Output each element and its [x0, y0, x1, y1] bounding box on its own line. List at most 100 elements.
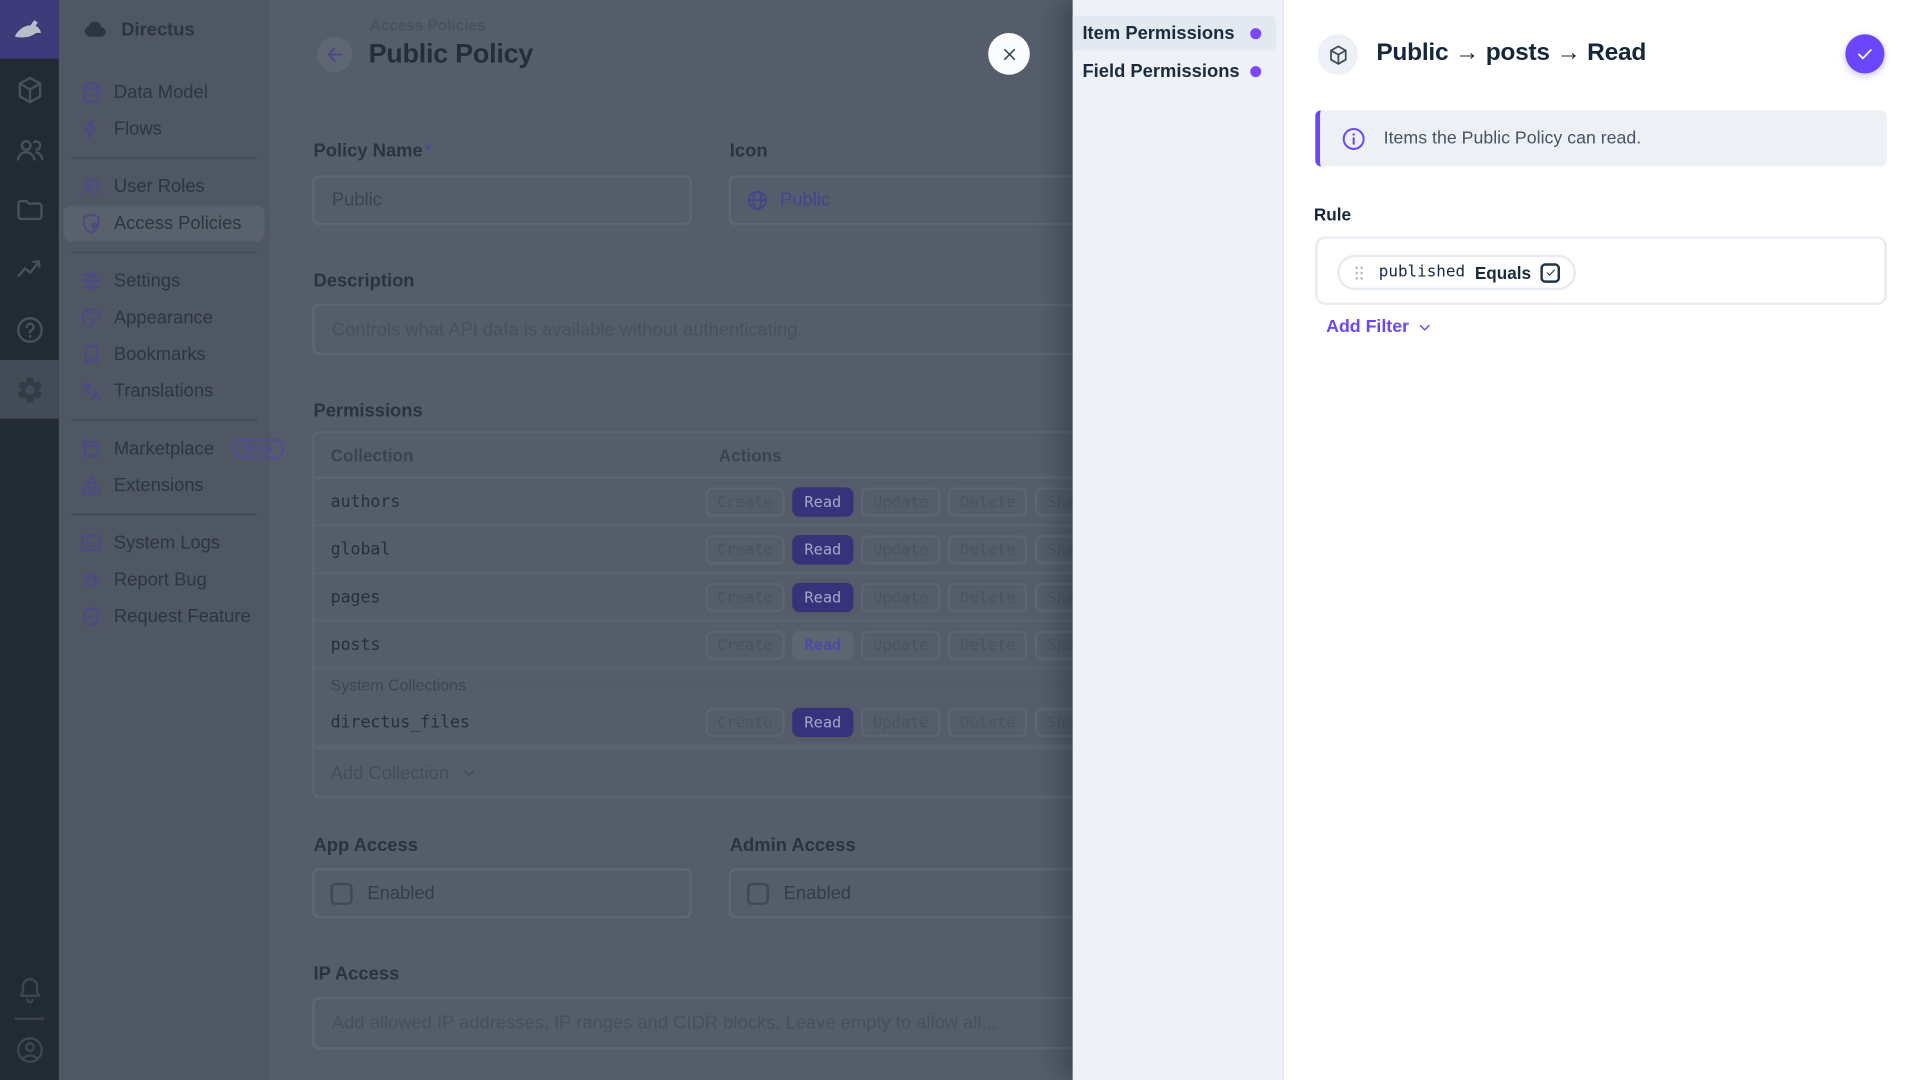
nav-divider: [71, 156, 258, 160]
sidebar-item-settings[interactable]: Settings: [64, 263, 265, 299]
sidebar-item-bookmarks[interactable]: Bookmarks: [64, 337, 265, 373]
module-settings[interactable]: [0, 360, 59, 419]
sidebar-item-extensions[interactable]: Extensions: [64, 468, 265, 504]
folder-icon: [14, 194, 45, 225]
sidebar-item-label: Bookmarks: [113, 344, 206, 365]
module-users[interactable]: [0, 120, 59, 179]
globe-icon: [746, 189, 769, 212]
gear-icon: [14, 374, 45, 405]
tab-label: Field Permissions: [1082, 60, 1240, 82]
tab-item-permissions[interactable]: Item Permissions: [1072, 15, 1276, 51]
permissions-label: Permissions: [313, 400, 423, 422]
admin-access-field: Enabled: [728, 868, 1109, 919]
description-label: Description: [313, 270, 415, 292]
sidebar-item-translations[interactable]: Translations: [64, 373, 265, 409]
perm-pages-read-button[interactable]: Read: [792, 582, 854, 612]
cube-icon: [1327, 43, 1349, 65]
sidebar-item-appearance[interactable]: Appearance: [64, 300, 265, 336]
nav-divider: [71, 513, 258, 516]
people-icon: [14, 134, 45, 165]
add-collection-label: Add Collection: [330, 762, 450, 784]
perm-directus_files-create-button[interactable]: Create: [705, 707, 785, 737]
perm-posts-read-button[interactable]: Read: [792, 630, 854, 660]
admin-access-checkbox[interactable]: [746, 882, 769, 905]
permission-row-authors: authors Create Read Update Delete Share: [314, 479, 1106, 527]
filter-operator[interactable]: Equals: [1475, 263, 1531, 283]
directus-logo[interactable]: [0, 0, 59, 59]
module-user-menu[interactable]: [0, 1020, 59, 1079]
description-input[interactable]: [312, 303, 1109, 356]
bookmark-icon: [80, 343, 103, 366]
collection-name: global: [330, 539, 391, 559]
sidebar-item-data-model[interactable]: Data Model: [64, 75, 265, 111]
app-root: Access Policies Public Policy Policy Nam…: [0, 0, 1920, 1080]
add-filter-button[interactable]: Add Filter: [1326, 317, 1433, 337]
nav-divider: [71, 251, 258, 254]
sidebar-item-access-policies[interactable]: Access Policies: [63, 205, 265, 242]
perm-pages-update-button[interactable]: Update: [860, 582, 941, 612]
perm-global-create-button[interactable]: Create: [705, 534, 785, 564]
perm-posts-create-button[interactable]: Create: [705, 630, 785, 660]
permission-row-posts: posts Create Read Update Delete Share: [314, 622, 1106, 670]
perm-global-read-button[interactable]: Read: [792, 534, 854, 564]
tab-field-permissions[interactable]: Field Permissions: [1073, 54, 1276, 88]
icon-select[interactable]: Public: [728, 175, 1109, 226]
rule-box: published Equals: [1315, 236, 1887, 305]
sidebar-item-flows[interactable]: Flows: [64, 111, 265, 147]
drawer-tab-sidebar: Item Permissions Field Permissions: [1072, 0, 1284, 1080]
sidebar-item-request-feature[interactable]: Request Feature: [64, 599, 265, 635]
sidebar-item-system-logs[interactable]: System Logs: [64, 525, 265, 561]
sidebar-item-marketplace[interactable]: Marketplace Beta: [64, 431, 284, 467]
perm-global-delete-button[interactable]: Delete: [948, 534, 1028, 564]
permissions-table: Collection Actions authors Create Read Upda…: [312, 431, 1109, 799]
perm-authors-update-button[interactable]: Update: [860, 486, 941, 517]
translate-icon: [80, 380, 103, 403]
perm-pages-create-button[interactable]: Create: [705, 582, 785, 612]
sidebar-item-report-bug[interactable]: Report Bug: [64, 562, 265, 598]
module-notifications[interactable]: [0, 960, 59, 1019]
app-access-checkbox[interactable]: [330, 882, 353, 905]
perm-authors-delete-button[interactable]: Delete: [948, 486, 1028, 517]
perm-posts-delete-button[interactable]: Delete: [948, 630, 1028, 660]
checkbox-check-icon: [1544, 266, 1557, 279]
module-files[interactable]: [0, 180, 59, 239]
project-chooser[interactable]: Directus: [59, 0, 270, 59]
filter-value-checkbox[interactable]: [1540, 262, 1561, 283]
sidebar-item-label: Extensions: [113, 475, 204, 496]
sidebar-item-label: System Logs: [113, 532, 221, 554]
add-collection-button[interactable]: Add Collection: [314, 746, 1106, 796]
chevron-down-icon: [459, 763, 479, 783]
module-content[interactable]: [0, 60, 59, 119]
sidebar-item-label: Appearance: [113, 307, 213, 329]
collection-name: authors: [330, 491, 401, 512]
ip-access-input[interactable]: [312, 996, 1109, 1050]
system-collections-label: System Collections: [330, 675, 466, 694]
filter-field[interactable]: published: [1379, 263, 1465, 281]
module-docs[interactable]: [0, 300, 59, 359]
sidebar-item-label: Marketplace: [113, 438, 214, 460]
perm-pages-delete-button[interactable]: Delete: [948, 582, 1028, 612]
perm-directus_files-delete-button[interactable]: Delete: [948, 707, 1028, 737]
policy-name-input[interactable]: [312, 175, 692, 226]
icon-select-value: Public: [780, 189, 831, 211]
perm-directus_files-read-button[interactable]: Read: [792, 707, 854, 737]
page-title: Public Policy: [368, 37, 534, 69]
drag-handle-icon[interactable]: [1349, 263, 1369, 283]
save-button[interactable]: [1845, 34, 1885, 74]
module-insights[interactable]: [0, 240, 59, 299]
perm-posts-update-button[interactable]: Update: [860, 630, 941, 660]
filter-pill[interactable]: published Equals: [1337, 254, 1577, 291]
drawer-close-button[interactable]: [988, 33, 1030, 75]
perm-authors-create-button[interactable]: Create: [705, 486, 785, 517]
column-actions: Actions: [718, 445, 782, 465]
award-icon: [80, 605, 103, 628]
perm-authors-read-button[interactable]: Read: [792, 486, 854, 517]
perm-global-update-button[interactable]: Update: [860, 534, 941, 564]
breadcrumb[interactable]: Access Policies: [370, 17, 486, 34]
required-mark: *: [425, 140, 432, 160]
palette-icon: [80, 306, 103, 329]
sidebar-item-user-roles[interactable]: User Roles: [64, 169, 265, 205]
perm-directus_files-update-button[interactable]: Update: [860, 707, 941, 737]
back-button[interactable]: [317, 36, 353, 73]
system-collections-divider: System Collections: [315, 670, 1106, 699]
